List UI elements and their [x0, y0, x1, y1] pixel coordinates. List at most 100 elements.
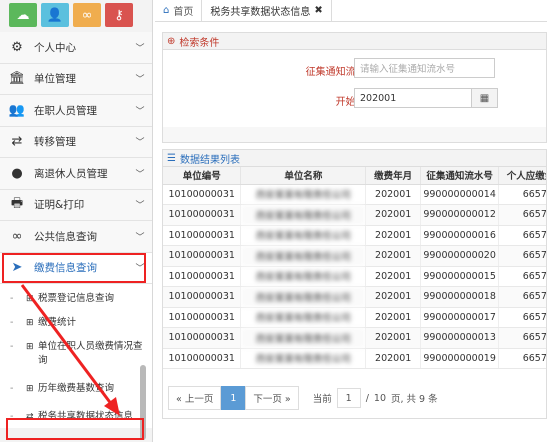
tab-bar: ⌂ 首页 税务共享数据状态信息 ✖ — [155, 0, 547, 22]
sidebar-menu: ⚙ 个人中心 ﹀ 🏛 单位管理 ﹀ 👥 在职人员管理 ﹀ ⇄ 转移管理 ﹀ ● — [0, 32, 152, 284]
serial-number-input[interactable]: 请输入征集通知流水号 — [354, 58, 495, 78]
table-row[interactable]: 10100000031 西安某某有限责任公司 202001 990000000013 6… — [163, 327, 546, 349]
sidebar-item-transfer[interactable]: ⇄ 转移管理 ﹀ — [0, 126, 152, 158]
chevron-down-icon: ﹀ — [135, 43, 145, 54]
next-page-button[interactable]: 下一页 » — [245, 386, 299, 410]
table-row[interactable]: 10100000031 西安某某有限责任公司 202001 990000000014 6… — [163, 184, 546, 205]
handshake-icon[interactable]: ∞ — [73, 3, 101, 27]
chevron-down-icon: ﹀ — [135, 232, 145, 243]
table-cell: 990000000017 — [420, 307, 500, 328]
results-panel-header: ☰ 数据结果列表 — [163, 150, 546, 167]
windows-icon: ⊞ — [26, 294, 34, 304]
table-header-row: 单位编号 单位名称 缴费年月 征集通知流水号 个人应缴金 — [163, 167, 546, 185]
table-cell: 202001 — [365, 327, 422, 349]
table-cell: 6657.28 — [498, 204, 546, 226]
table-cell: 990000000015 — [420, 266, 500, 287]
table-body: 10100000031 西安某某有限责任公司 202001 990000000014 6… — [163, 184, 546, 369]
cloud-upload-icon[interactable]: ☁ — [9, 3, 37, 27]
subitem-employee-payment[interactable]: - ⊞ 单位在职人员缴费情况查询 — [0, 334, 152, 374]
sidebar-item-retirees[interactable]: ● 离退休人员管理 ﹀ — [0, 158, 152, 190]
subitem-payment-stats[interactable]: - ⊞ 缴费统计 — [0, 312, 152, 334]
table-cell: 990000000020 — [420, 245, 500, 267]
exchange-icon: ⇄ — [11, 134, 23, 150]
column-header[interactable]: 单位名称 — [240, 167, 367, 185]
table-cell: 10100000031 — [163, 348, 242, 369]
results-panel-title: 数据结果列表 — [179, 154, 240, 166]
page-info: 当前 1 / 10 页, 共 9 条 — [313, 388, 438, 408]
subitem-base-history[interactable]: - ⊞ 历年缴费基数查询 — [0, 374, 152, 404]
table-row[interactable]: 10100000031 西安某某有限责任公司 202001 990000000017 6… — [163, 307, 546, 328]
close-icon[interactable]: ✖ — [314, 5, 322, 16]
table-row[interactable]: 10100000031 西安某某有限责任公司 202001 990000000016 6… — [163, 225, 546, 246]
sidebar-item-label: 公共信息查询 — [34, 230, 97, 243]
table-cell: 西安某某有限责任公司 — [240, 348, 367, 369]
table-row[interactable]: 10100000031 西安某某有限责任公司 202001 990000000019 6… — [163, 348, 546, 369]
handshake-icon: ∞ — [11, 228, 23, 244]
start-time-input[interactable]: 202001 — [354, 88, 472, 108]
table-cell: 202001 — [365, 245, 422, 267]
column-header[interactable]: 缴费年月 — [365, 167, 422, 185]
table-cell: 10100000031 — [163, 245, 242, 267]
table-cell: 西安某某有限责任公司 — [240, 204, 367, 226]
subitem-tax-registration[interactable]: - ⊞ 税票登记信息查询 — [0, 284, 152, 312]
main-content: ⌂ 首页 税务共享数据状态信息 ✖ ⊕ 检索条件 征集通知流水号: 请输入征集通… — [155, 0, 547, 442]
app-root: ☁ 👤 ∞ ⚷ ⚙ 个人中心 ﹀ 🏛 单位管理 ﹀ 👥 在职人员管理 ﹀ ⇄ 转… — [0, 0, 547, 442]
chevron-down-icon: ﹀ — [135, 138, 145, 149]
home-icon: ⌂ — [163, 5, 170, 16]
sidebar-item-personal[interactable]: ⚙ 个人中心 ﹀ — [0, 32, 152, 64]
sidebar: ☁ 👤 ∞ ⚷ ⚙ 个人中心 ﹀ 🏛 单位管理 ﹀ 👥 在职人员管理 ﹀ ⇄ 转… — [0, 0, 153, 442]
gear-icon: ⚙ — [11, 39, 23, 55]
user-icon[interactable]: 👤 — [41, 3, 69, 27]
column-header[interactable]: 征集通知流水号 — [420, 167, 500, 185]
tree-dash: - — [10, 383, 14, 394]
table-cell: 990000000018 — [420, 286, 500, 308]
calendar-icon[interactable]: ▦ — [471, 88, 498, 108]
sidebar-item-employees[interactable]: 👥 在职人员管理 ﹀ — [0, 95, 152, 127]
column-header[interactable]: 单位编号 — [163, 167, 242, 185]
total-pages: 10 — [373, 392, 386, 404]
prev-page-button[interactable]: « 上一页 — [168, 386, 222, 410]
table-cell: 西安某某有限责任公司 — [240, 327, 367, 349]
column-header[interactable]: 个人应缴金 — [498, 167, 546, 185]
chevron-down-icon: ﹀ — [135, 106, 145, 117]
results-panel: ☰ 数据结果列表 单位编号 单位名称 缴费年月 征集通知流水号 个人应缴金 10… — [162, 149, 547, 419]
sidebar-item-print[interactable]: 🖶 证明&打印 ﹀ — [0, 189, 152, 221]
table-cell: 10100000031 — [163, 266, 242, 287]
subitem-label: 单位在职人员缴费情况查询 — [38, 341, 143, 366]
chevron-down-icon: ﹀ — [135, 201, 145, 212]
sidebar-item-label: 离退休人员管理 — [34, 167, 108, 180]
key-icon[interactable]: ⚷ — [105, 3, 133, 27]
users-icon: 👥 — [8, 102, 26, 118]
table-cell: 西安某某有限责任公司 — [240, 225, 367, 246]
search-form: 征集通知流水号: 请输入征集通知流水号 开始时间: 202001 ▦ — [163, 50, 546, 127]
tab-home-label: 首页 — [173, 7, 194, 18]
subitem-tax-shared-status[interactable]: - ⇄ 税务共享数据状态信息 — [0, 404, 152, 428]
table-cell: 10100000031 — [163, 184, 242, 205]
sidebar-scrollbar[interactable] — [140, 365, 146, 440]
chevron-down-icon: ﹀ — [135, 75, 145, 86]
table-cell: 西安某某有限责任公司 — [240, 307, 367, 328]
table-cell: 990000000012 — [420, 204, 500, 226]
table-cell: 990000000013 — [420, 327, 500, 349]
tab-tax-shared-status[interactable]: 税务共享数据状态信息 ✖ — [202, 0, 332, 22]
user-circle-icon: ● — [11, 165, 23, 181]
table-row[interactable]: 10100000031 西安某某有限责任公司 202001 990000000020 6… — [163, 245, 546, 267]
sidebar-item-payment-query[interactable]: ➤ 缴费信息查询 ﹀ — [0, 252, 152, 284]
shortcut-bar: ☁ 👤 ∞ ⚷ — [0, 0, 152, 32]
tree-dash: - — [10, 411, 14, 422]
sidebar-item-public-query[interactable]: ∞ 公共信息查询 ﹀ — [0, 221, 152, 253]
current-page-input[interactable]: 1 — [336, 388, 361, 408]
page-1-button[interactable]: 1 — [221, 386, 246, 410]
subitem-label: 历年缴费基数查询 — [38, 383, 115, 394]
table-row[interactable]: 10100000031 西安某某有限责任公司 202001 990000000018 6… — [163, 286, 546, 308]
tab-home[interactable]: ⌂ 首页 — [155, 0, 203, 22]
table-cell: 10100000031 — [163, 225, 242, 246]
table-row[interactable]: 10100000031 西安某某有限责任公司 202001 990000000012 6… — [163, 204, 546, 226]
list-icon: ☰ — [167, 152, 176, 164]
sidebar-item-unit[interactable]: 🏛 单位管理 ﹀ — [0, 63, 152, 95]
results-table: 单位编号 单位名称 缴费年月 征集通知流水号 个人应缴金 10100000031… — [163, 167, 546, 369]
windows-icon: ⊞ — [26, 384, 34, 394]
table-cell: 10100000031 — [163, 204, 242, 226]
tree-dash: - — [10, 293, 14, 304]
table-row[interactable]: 10100000031 西安某某有限责任公司 202001 990000000015 6… — [163, 266, 546, 287]
